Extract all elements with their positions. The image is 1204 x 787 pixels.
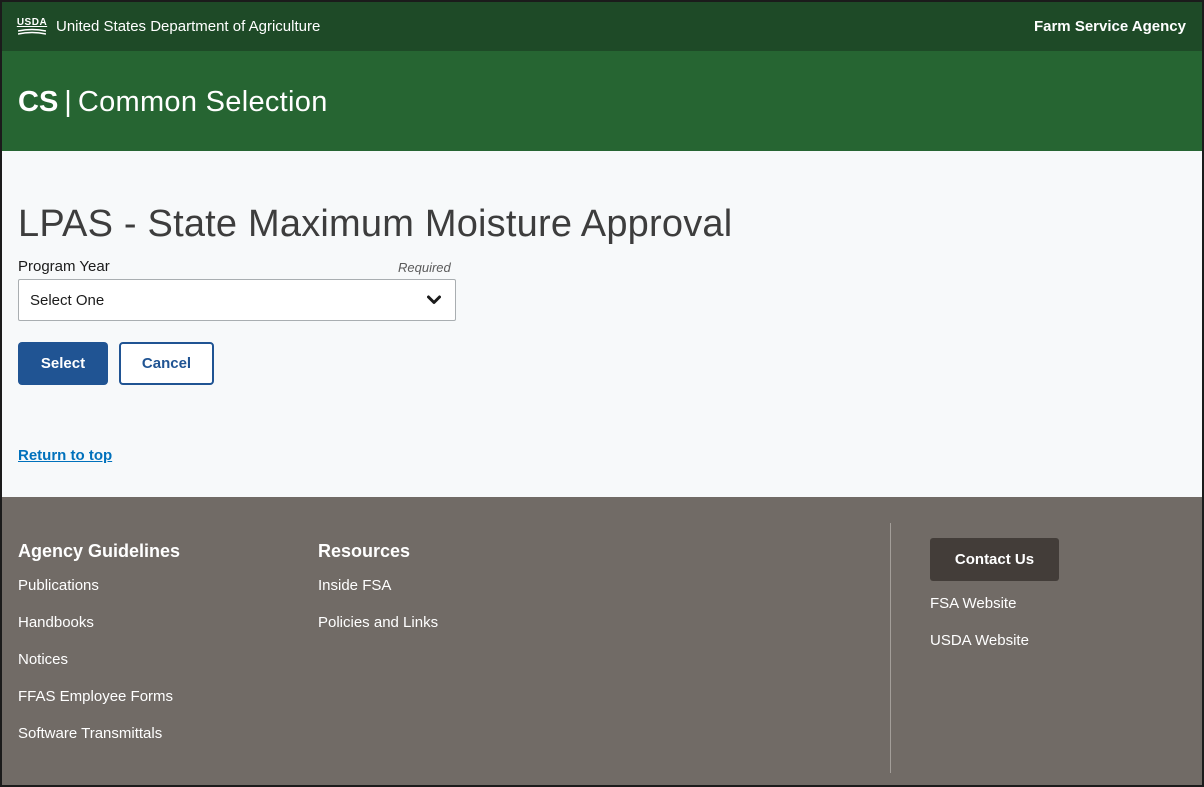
footer-link-usda-website[interactable]: USDA Website <box>930 632 1059 669</box>
usda-logo-field-icon <box>18 28 46 35</box>
chevron-down-icon <box>427 295 441 304</box>
app-frame: USDA United States Department of Agricul… <box>0 0 1204 787</box>
page-title: LPAS - State Maximum Moisture Approval <box>18 203 733 245</box>
footer-link-policies-and-links[interactable]: Policies and Links <box>318 614 438 651</box>
program-year-selected-value: Select One <box>30 291 105 309</box>
footer-agency-guidelines: Agency Guidelines Publications Handbooks… <box>18 541 180 762</box>
usda-banner: USDA United States Department of Agricul… <box>2 2 1202 51</box>
footer-divider <box>890 523 891 773</box>
footer-link-software-transmittals[interactable]: Software Transmittals <box>18 725 180 762</box>
footer-agency-guidelines-title: Agency Guidelines <box>18 541 181 561</box>
cancel-button[interactable]: Cancel <box>119 342 214 385</box>
footer: Agency Guidelines Publications Handbooks… <box>2 497 1202 785</box>
footer-resources: Resources Inside FSA Policies and Links <box>318 541 438 651</box>
main-content: LPAS - State Maximum Moisture Approval P… <box>2 151 1202 497</box>
app-name: Common Selection <box>77 85 328 118</box>
footer-link-fsa-website[interactable]: FSA Website <box>930 595 1059 632</box>
program-year-required-hint: Required <box>398 260 451 275</box>
select-button[interactable]: Select <box>18 342 108 385</box>
return-to-top-link[interactable]: Return to top <box>18 447 112 464</box>
footer-link-inside-fsa[interactable]: Inside FSA <box>318 577 438 614</box>
footer-link-notices[interactable]: Notices <box>18 651 180 688</box>
usda-identity: USDA United States Department of Agricul… <box>16 16 321 36</box>
app-header: CS | Common Selection <box>2 51 1202 151</box>
usda-logo-text: USDA <box>16 16 48 28</box>
footer-resources-title: Resources <box>318 541 411 561</box>
footer-contact: Contact Us FSA Website USDA Website <box>930 538 1059 669</box>
app-title-separator: | <box>64 85 72 118</box>
department-name: United States Department of Agriculture <box>56 18 321 35</box>
contact-us-button[interactable]: Contact Us <box>930 538 1059 581</box>
footer-link-publications[interactable]: Publications <box>18 577 180 614</box>
app-abbreviation: CS <box>18 85 59 118</box>
usda-logo[interactable]: USDA <box>16 16 48 36</box>
program-year-label: Program Year <box>18 258 110 275</box>
agency-name: Farm Service Agency <box>1033 18 1186 35</box>
footer-link-handbooks[interactable]: Handbooks <box>18 614 180 651</box>
footer-link-ffas-employee-forms[interactable]: FFAS Employee Forms <box>18 688 180 725</box>
program-year-select[interactable]: Select One <box>18 279 456 321</box>
